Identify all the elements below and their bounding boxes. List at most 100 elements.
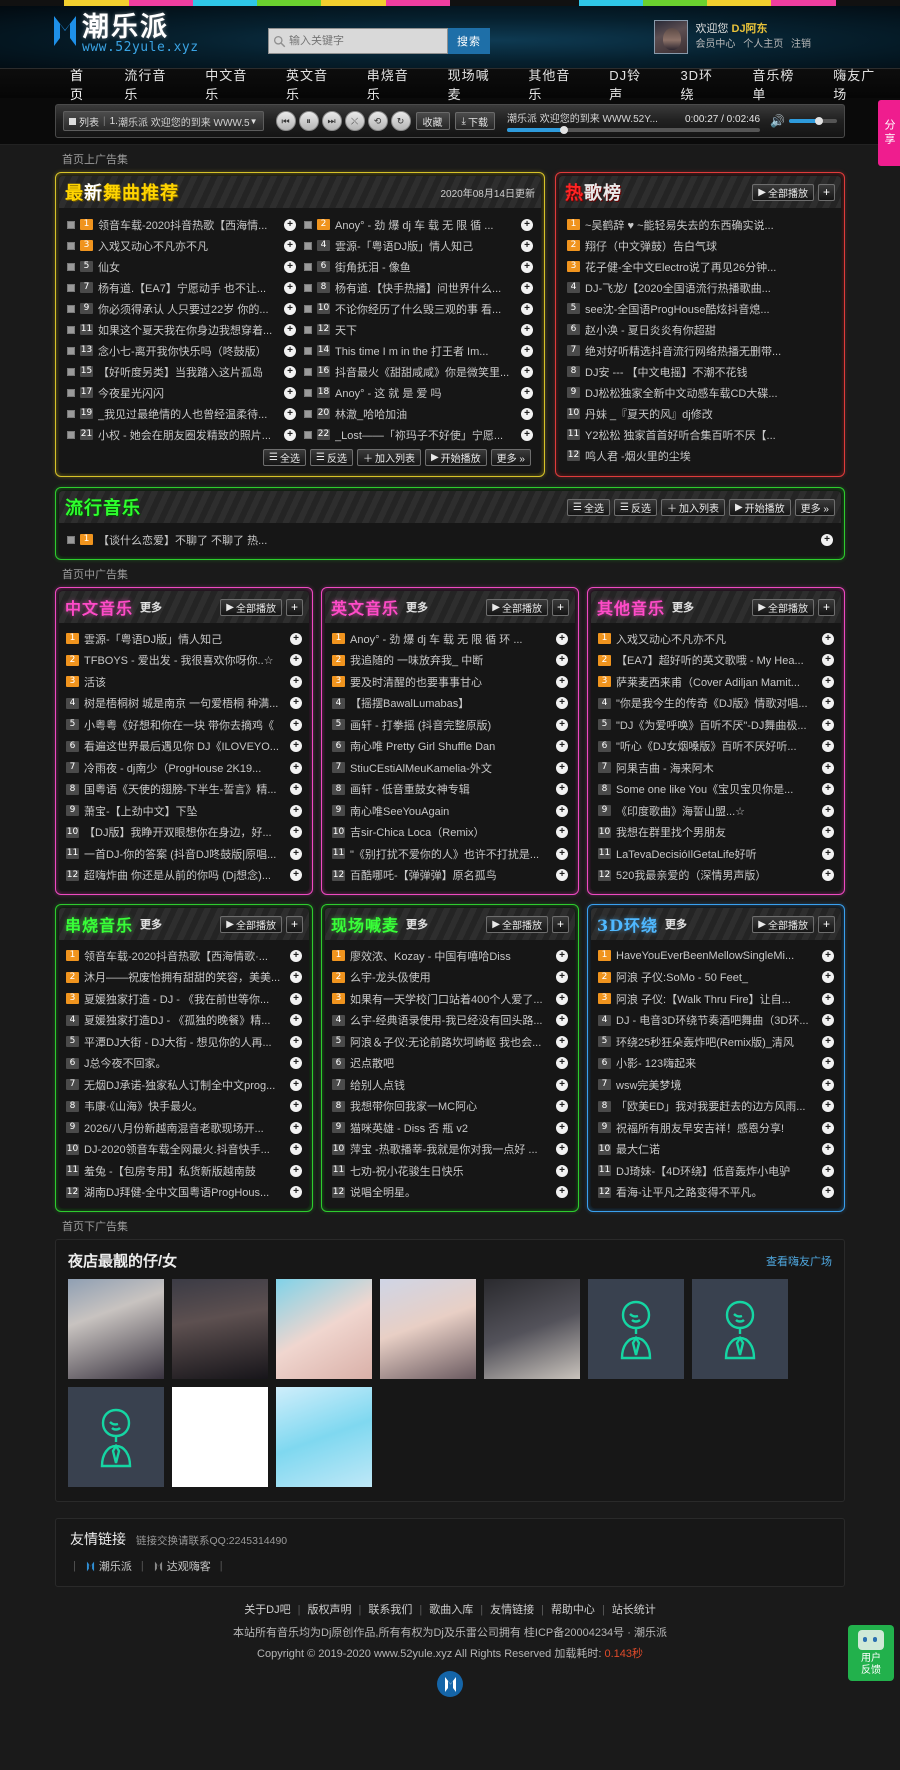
add-song-button[interactable]: + — [822, 826, 834, 838]
add-song-button[interactable]: + — [290, 848, 302, 860]
song-row[interactable]: 6看遍这世界最后遇见你 DJ《ILOVEYO...+ — [62, 736, 306, 758]
song-row[interactable]: 11羞兔 -【包房专用】私货新版越南鼓+ — [62, 1160, 306, 1182]
song-title[interactable]: DJ - 电音3D环绕节奏酒吧舞曲（3D环... — [616, 1012, 817, 1028]
song-title[interactable]: DJ-2020领音车载全网最火.抖音快手... — [84, 1141, 285, 1157]
song-title[interactable]: _Lost——「祢玛子不好使」宁愿... — [335, 427, 516, 443]
add-song-button[interactable]: + — [556, 762, 568, 774]
song-checkbox[interactable] — [304, 410, 312, 418]
song-title[interactable]: 《印度歌曲》海誓山盟...☆ — [616, 803, 817, 819]
song-title[interactable]: 天下 — [335, 322, 516, 338]
song-row[interactable]: 1Anoy° - 劲 爆 dj 车 载 无 限 循 环 ...+ — [328, 628, 572, 650]
gallery-photo[interactable] — [172, 1387, 268, 1487]
song-checkbox[interactable] — [67, 368, 75, 376]
song-title[interactable]: DJ安 --- 【中文电摇】不潮不花钱 — [585, 364, 833, 380]
gallery-photo[interactable] — [276, 1387, 372, 1487]
song-row[interactable]: 12超嗨炸曲 你还是从前的你吗 (Dj想念)...+ — [62, 865, 306, 887]
song-checkbox[interactable] — [304, 305, 312, 313]
song-title[interactable]: This time I m in the 打王者 Im... — [335, 343, 516, 359]
song-checkbox[interactable] — [304, 221, 312, 229]
song-title[interactable]: 街角抚泪 - 像鱼 — [335, 259, 516, 275]
song-checkbox[interactable] — [67, 284, 75, 292]
song-title[interactable]: 念小七-离开我你快乐吗（咚鼓版） — [98, 343, 279, 359]
add-song-button[interactable]: + — [556, 697, 568, 709]
song-row[interactable]: 4"你是我今生的传奇《DJ版》情歌对唱...+ — [594, 693, 838, 715]
song-row[interactable]: 12看海-让平凡之路变得不平凡。+ — [594, 1182, 838, 1204]
add-to-list-button[interactable]: ＋加入列表 — [661, 499, 725, 516]
song-row[interactable]: 2么宇-龙头伋使用+ — [328, 967, 572, 989]
song-title[interactable]: 夏媛独家打造DJ - 《孤独的晚餐》精... — [84, 1012, 285, 1028]
shuffle-button[interactable]: ⤬ — [345, 111, 365, 131]
add-song-button[interactable]: + — [822, 676, 834, 688]
add-song-button[interactable]: + — [822, 1036, 834, 1048]
add-song-button[interactable]: + — [521, 324, 533, 336]
add-song-button[interactable]: + — [290, 1079, 302, 1091]
song-title[interactable]: 廖效浓、Kozay - 中国有嘻哈Diss — [350, 948, 551, 964]
add-all-button[interactable]: + — [818, 599, 835, 616]
song-checkbox[interactable] — [304, 389, 312, 397]
add-song-button[interactable]: + — [290, 1143, 302, 1155]
add-song-button[interactable]: + — [556, 1014, 568, 1026]
playlist-selector[interactable]: 列表 | 1. 潮乐派 欢迎您的到来 WWW.5 ▼ — [63, 111, 264, 131]
song-title[interactable]: 说唱全明星。 — [350, 1184, 551, 1200]
song-checkbox[interactable] — [67, 410, 75, 418]
footer-link-4[interactable]: 友情链接 — [490, 1604, 534, 1616]
add-song-button[interactable]: + — [521, 366, 533, 378]
add-song-button[interactable]: + — [556, 1036, 568, 1048]
song-title[interactable]: 夏媛独家打造 - DJ - 《我在前世等你... — [84, 991, 285, 1007]
song-title[interactable]: 不论你经历了什么毁三观的事 看... — [335, 301, 516, 317]
song-row[interactable]: 11DJ琦妹-【4D环绕】低音轰炸小电驴+ — [594, 1160, 838, 1182]
song-title[interactable]: 如果这个夏天我在你身边我想穿着... — [98, 322, 279, 338]
link-profile[interactable]: 个人主页 — [743, 39, 783, 50]
song-row[interactable]: 2阿浪 子仪:SoMo - 50 Feet_+ — [594, 967, 838, 989]
add-song-button[interactable]: + — [290, 1165, 302, 1177]
song-title[interactable]: 韦康·《山海》快手最火。 — [84, 1098, 285, 1114]
song-row[interactable]: 7绝对好听精选抖音流行网络热播无删带... — [563, 340, 837, 361]
song-row[interactable]: 3夏媛独家打造 - DJ - 《我在前世等你...+ — [62, 988, 306, 1010]
song-row[interactable]: 2【EA7】超好听的英文歌哦 - My Hea...+ — [594, 650, 838, 672]
add-song-button[interactable]: + — [821, 534, 833, 546]
song-row[interactable]: 1~吴鹤辞 ♥ ~能轻易失去的东西确实说... — [563, 214, 837, 235]
song-row[interactable]: 11"《别打扰不爱你的人》也许不打扰是...+ — [328, 843, 572, 865]
song-row[interactable]: 1廖效浓、Kozay - 中国有嘻哈Diss+ — [328, 945, 572, 967]
more-link[interactable]: 更多 — [672, 599, 694, 615]
song-title[interactable]: "听心《DJ女烟嗓版》百听不厌好听... — [616, 738, 817, 754]
song-title[interactable]: 南心唯SeeYouAgain — [350, 803, 551, 819]
more-link[interactable]: 更多 — [140, 916, 162, 932]
song-title[interactable]: ~吴鹤辞 ♥ ~能轻易失去的东西确实说... — [585, 217, 833, 233]
song-row[interactable]: 2Anoy° - 劲 爆 dj 车 载 无 限 循 ...+ — [300, 214, 537, 235]
song-row[interactable]: 11七劝-祝小花骏生日快乐+ — [328, 1160, 572, 1182]
song-title[interactable]: 抖音最火《甜甜咸咸》你是微笑里... — [335, 364, 516, 380]
song-row[interactable]: 5小粤粤《好想和你在一块 带你去摘鸡《+ — [62, 714, 306, 736]
add-song-button[interactable]: + — [290, 1186, 302, 1198]
song-title[interactable]: 最大仁诺 — [616, 1141, 817, 1157]
volume-bar[interactable] — [789, 119, 837, 123]
song-row[interactable]: 5平潭DJ大街 - DJ大街 - 想见你的人再...+ — [62, 1031, 306, 1053]
song-row[interactable]: 10最大仁诺+ — [594, 1139, 838, 1161]
song-title[interactable]: 要及时清醒的也要事事甘心 — [350, 674, 551, 690]
add-song-button[interactable]: + — [290, 1036, 302, 1048]
song-row[interactable]: 2沐月——祝废怡拥有甜甜的笑容，美美...+ — [62, 967, 306, 989]
song-row[interactable]: 14This time I m in the 打王者 Im...+ — [300, 340, 537, 361]
song-title[interactable]: HaveYouEverBeenMellowSingleMi... — [616, 950, 817, 962]
search-button[interactable]: 搜索 — [448, 28, 490, 54]
song-row[interactable]: 10【DJ版】我睁开双眼想你在身边，好...+ — [62, 822, 306, 844]
next-button[interactable]: ⏭ — [322, 111, 342, 131]
add-song-button[interactable]: + — [290, 950, 302, 962]
song-title[interactable]: 我追随的 一味放弃我_ 中断 — [350, 652, 551, 668]
song-row[interactable]: 8DJ安 --- 【中文电摇】不潮不花钱 — [563, 361, 837, 382]
song-row[interactable]: 21小权 - 她会在朋友圈发精致的照片...+ — [63, 424, 300, 445]
song-title[interactable]: 林澈_哈哈加油 — [335, 406, 516, 422]
song-row[interactable]: 8杨有道.【快手热播】问世界什么...+ — [300, 277, 537, 298]
song-row[interactable]: 1领音车载-2020抖音热歌【西海情...+ — [63, 214, 300, 235]
song-title[interactable]: 我想在群里找个男朋友 — [616, 824, 817, 840]
song-title[interactable]: 仙女 — [98, 259, 279, 275]
link-member-center[interactable]: 会员中心 — [695, 39, 735, 50]
song-row[interactable]: 3花子健-全中文Electro说了再见26分钟... — [563, 256, 837, 277]
feedback-widget[interactable]: 用户 反馈 — [848, 1625, 894, 1681]
song-row[interactable]: 12百酷哪吒-【弹弹弹】原名孤鸟+ — [328, 865, 572, 887]
song-row[interactable]: 6赵小涣 - 夏日炎炎有你超甜 — [563, 319, 837, 340]
nav-item-0[interactable]: 首页 — [56, 65, 110, 103]
add-song-button[interactable]: + — [290, 676, 302, 688]
song-title[interactable]: 今夜星光闪闪 — [98, 385, 279, 401]
footer-link-3[interactable]: 歌曲入库 — [429, 1604, 473, 1616]
